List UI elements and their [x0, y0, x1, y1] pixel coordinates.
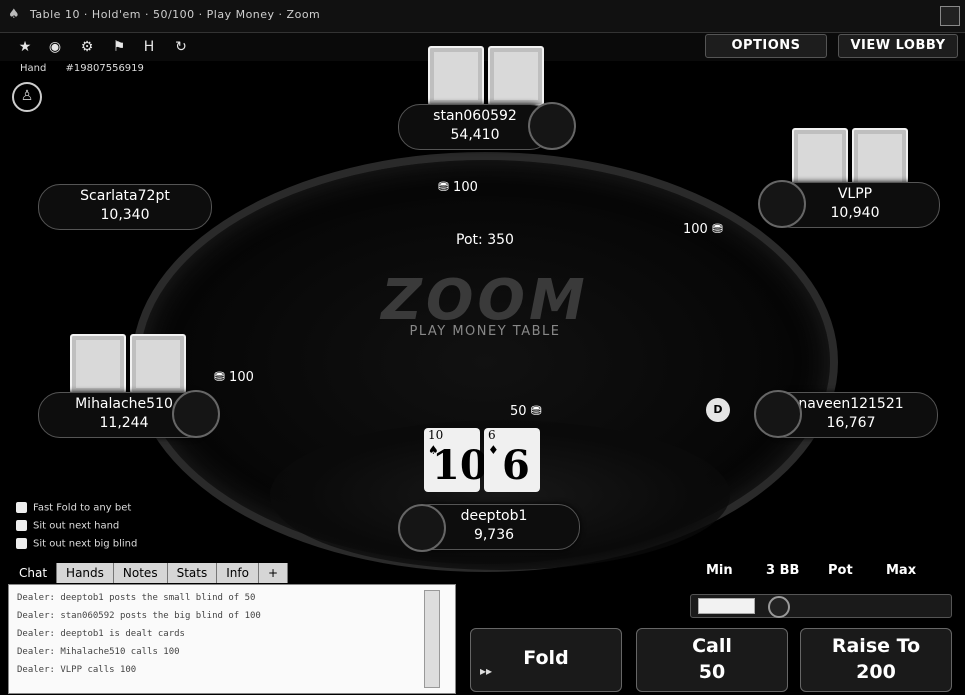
card-back — [488, 46, 544, 106]
minimize-button[interactable] — [940, 6, 960, 26]
chip-stack-icon: ⛃ — [438, 180, 449, 195]
chip-icon[interactable]: ◉ — [46, 38, 64, 56]
card-suit: ♦ — [488, 443, 499, 457]
bet-amount: 100 — [453, 180, 478, 195]
chat-line: Dealer: VLPP calls 100 — [17, 665, 137, 675]
history-icon[interactable]: H — [140, 38, 158, 56]
options-button[interactable]: OPTIONS — [705, 34, 827, 58]
window-title: Table 10 · Hold'em · 50/100 · Play Money… — [30, 8, 321, 21]
pot-label: Pot: 350 — [456, 232, 514, 248]
table-subtitle: PLAY MONEY TABLE — [409, 324, 561, 339]
tab-notes[interactable]: Notes — [113, 563, 168, 583]
chat-line: Dealer: stan060592 posts the big blind o… — [17, 611, 261, 621]
call-label: Call — [692, 635, 732, 657]
player-bet: ⛃ 100 — [214, 370, 254, 385]
checkbox-label: Sit out next hand — [33, 520, 120, 532]
checkbox-label: Fast Fold to any bet — [33, 502, 132, 514]
window-title-bar: ♠ Table 10 · Hold'em · 50/100 · Play Mon… — [0, 0, 965, 33]
fast-fold-icon: ▸▸ — [480, 664, 493, 678]
view-lobby-button[interactable]: VIEW LOBBY — [838, 34, 958, 58]
tab-chat[interactable]: Chat — [10, 563, 58, 583]
player-stack: 10,340 — [100, 207, 150, 223]
bet-max-button[interactable]: Max — [886, 563, 916, 578]
player-bet: 100 ⛃ — [683, 222, 723, 237]
chat-line: Dealer: deeptob1 posts the small blind o… — [17, 593, 256, 603]
info-tabs: Chat Hands Notes Stats Info + — [10, 562, 288, 583]
checkbox-icon[interactable] — [16, 520, 27, 531]
star-icon[interactable]: ★ — [16, 38, 34, 56]
chip-stack-icon: ⛃ — [530, 404, 542, 419]
bet-amount: 50 — [510, 404, 527, 419]
call-button[interactable]: Call 50 — [636, 628, 788, 692]
avatar[interactable] — [528, 102, 576, 150]
card-back — [130, 334, 186, 394]
bet-pot-button[interactable]: Pot — [828, 563, 853, 578]
bet-amount: 100 — [683, 222, 708, 237]
seat-icon[interactable]: ♙ — [12, 82, 42, 112]
card-rank: 10 — [428, 428, 444, 442]
card-back — [852, 128, 908, 188]
avatar[interactable] — [172, 390, 220, 438]
player-bet: 50 ⛃ — [510, 404, 542, 419]
bet-min-button[interactable]: Min — [706, 563, 733, 578]
tab-add[interactable]: + — [258, 563, 288, 583]
player-name: Scarlata72pt — [80, 188, 170, 204]
refresh-icon[interactable]: ↻ — [172, 38, 190, 56]
raise-amount: 200 — [856, 661, 896, 683]
player-bet: ⛃ 100 — [438, 180, 478, 195]
chip-stack-icon: ⛃ — [711, 222, 723, 237]
raise-label: Raise To — [831, 635, 921, 657]
hand-label: Hand — [20, 63, 47, 74]
avatar[interactable] — [754, 390, 802, 438]
sit-out-next-bb-checkbox[interactable]: Sit out next big blind — [16, 538, 137, 550]
chat-line: Dealer: deeptob1 is dealt cards — [17, 629, 185, 639]
card-big-rank: 10 — [432, 442, 488, 489]
hand-info: Hand #19807556919 — [20, 63, 144, 74]
bet-amount-input[interactable] — [698, 598, 755, 614]
bet-3bb-button[interactable]: 3 BB — [766, 563, 799, 578]
gear-icon[interactable]: ⚙ — [78, 38, 96, 56]
fold-label: Fold — [523, 647, 569, 669]
tab-info[interactable]: Info — [217, 563, 259, 583]
tab-hands[interactable]: Hands — [57, 563, 114, 583]
chat-log[interactable]: Dealer: deeptob1 posts the small blind o… — [8, 584, 456, 694]
fast-fold-checkbox[interactable]: Fast Fold to any bet — [16, 502, 131, 514]
hole-card: 6 ♦ 6 — [484, 428, 540, 492]
dealer-button-icon: D — [706, 398, 730, 422]
card-back — [792, 128, 848, 188]
card-back — [428, 46, 484, 106]
card-back — [70, 334, 126, 394]
avatar[interactable] — [758, 180, 806, 228]
hand-number: #19807556919 — [65, 63, 144, 74]
avatar[interactable] — [398, 504, 446, 552]
checkbox-label: Sit out next big blind — [33, 538, 138, 550]
bet-amount: 100 — [229, 370, 254, 385]
player-plate-scarlata72pt[interactable]: Scarlata72pt 10,340 — [38, 184, 212, 230]
chat-scrollbar[interactable] — [424, 590, 440, 688]
card-big-rank: 6 — [502, 442, 530, 489]
checkbox-icon[interactable] — [16, 538, 27, 549]
hole-card: 10 ♠ 10 — [424, 428, 488, 492]
chat-line: Dealer: Mihalache510 calls 100 — [17, 647, 180, 657]
slider-handle[interactable] — [768, 596, 790, 618]
card-rank: 6 — [488, 428, 496, 442]
fold-button[interactable]: Fold — [470, 628, 622, 692]
call-amount: 50 — [698, 661, 726, 683]
checkbox-icon[interactable] — [16, 502, 27, 513]
app-icon: ♠ — [8, 7, 20, 22]
flag-icon[interactable]: ⚑ — [110, 38, 128, 56]
sit-out-next-hand-checkbox[interactable]: Sit out next hand — [16, 520, 119, 532]
tab-stats[interactable]: Stats — [167, 563, 218, 583]
raise-button[interactable]: Raise To 200 — [800, 628, 952, 692]
chip-stack-icon: ⛃ — [214, 370, 225, 385]
